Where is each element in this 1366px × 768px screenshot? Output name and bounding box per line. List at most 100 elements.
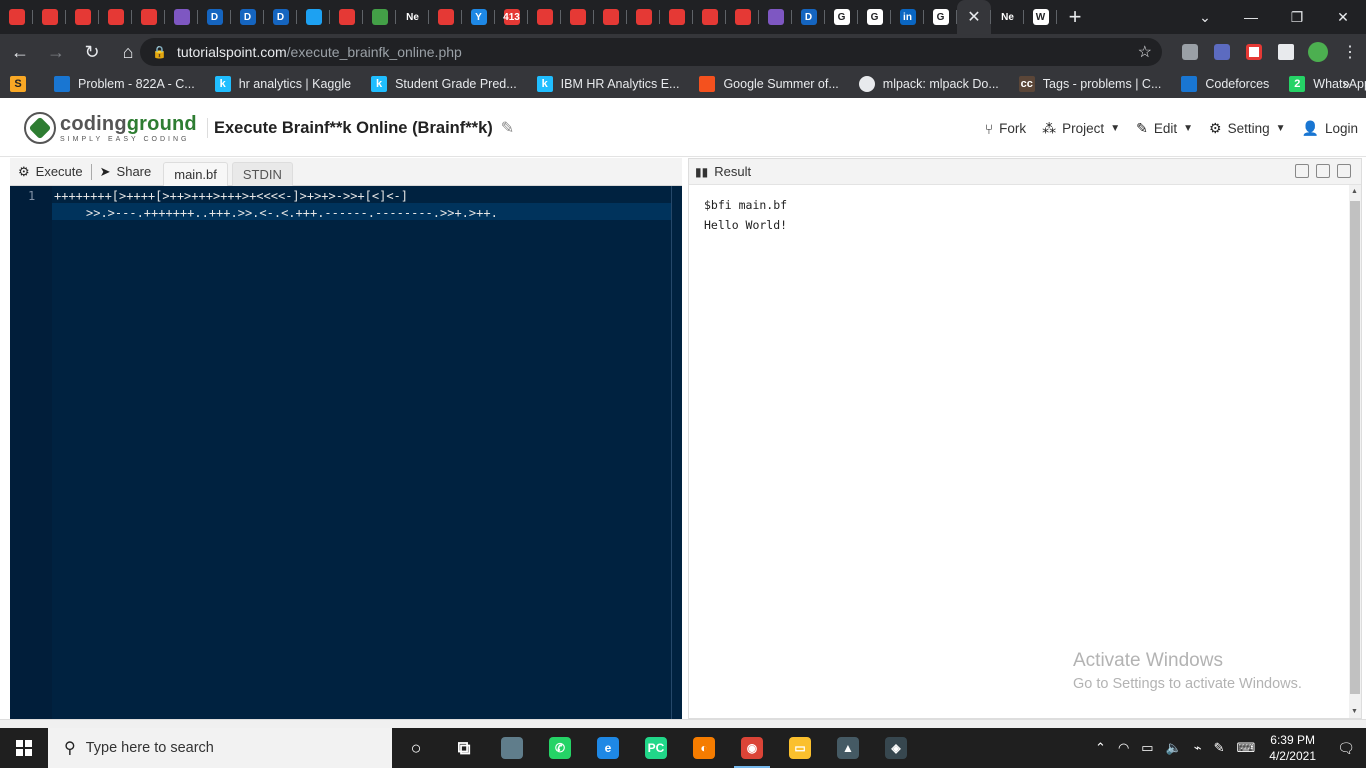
- menu-login[interactable]: 👤 Login: [1302, 120, 1358, 137]
- extension-icon[interactable]: [1174, 34, 1206, 70]
- bookmark-item[interactable]: Google Summer of...: [699, 76, 839, 92]
- battery-icon[interactable]: ▭: [1141, 740, 1153, 756]
- bookmark-item[interactable]: Codeforces: [1181, 76, 1269, 92]
- browser-tab[interactable]: D: [198, 0, 231, 34]
- kebab-menu-icon[interactable]: ⋮: [1334, 34, 1366, 70]
- browser-tab[interactable]: Ne: [991, 0, 1024, 34]
- avatar[interactable]: [1302, 34, 1334, 70]
- chevron-up-icon[interactable]: ⌃: [1095, 740, 1106, 756]
- apps-icon[interactable]: S: [10, 76, 34, 92]
- browser-tab[interactable]: 413: [495, 0, 528, 34]
- menu-project[interactable]: ⁂ Project ▼: [1042, 120, 1120, 137]
- browser-tab[interactable]: G: [858, 0, 891, 34]
- browser-tab[interactable]: [132, 0, 165, 34]
- puzzle-icon[interactable]: [1270, 34, 1302, 70]
- restore-button[interactable]: ❐: [1274, 0, 1320, 34]
- code-line-1-wrap[interactable]: >>.>---.+++++++..+++.>>.<-.<.+++.------.…: [86, 206, 498, 220]
- wifi-icon[interactable]: ◠: [1118, 740, 1129, 756]
- bookmark-star-icon[interactable]: ☆: [1138, 42, 1152, 62]
- expand-icon[interactable]: [1316, 164, 1330, 178]
- bookmarks-overflow-icon[interactable]: »: [1342, 75, 1350, 91]
- forward-button[interactable]: →: [40, 36, 72, 68]
- browser-tab[interactable]: G: [825, 0, 858, 34]
- browser-tab[interactable]: [693, 0, 726, 34]
- menu-fork[interactable]: ⑂ Fork: [985, 121, 1026, 137]
- menu-setting[interactable]: ⚙ Setting ▼: [1209, 120, 1286, 137]
- photos-icon[interactable]: ▲: [824, 728, 872, 768]
- bookmark-item[interactable]: k Student Grade Pred...: [371, 76, 517, 92]
- folder-icon[interactable]: ▭: [776, 728, 824, 768]
- eclipse-icon[interactable]: ◐: [680, 728, 728, 768]
- codingground-logo[interactable]: codingground SIMPLY EASY CODING: [24, 112, 197, 144]
- code-line-1[interactable]: ++++++++[>++++[>++>+++>+++>+<<<<-]>+>+>-…: [54, 189, 408, 203]
- browser-tab[interactable]: [330, 0, 363, 34]
- browser-tab[interactable]: [594, 0, 627, 34]
- browser-tab[interactable]: D: [792, 0, 825, 34]
- bookmark-item[interactable]: k hr analytics | Kaggle: [214, 76, 351, 92]
- browser-tab[interactable]: [561, 0, 594, 34]
- browser-tab[interactable]: [660, 0, 693, 34]
- steam-icon[interactable]: ◈: [872, 728, 920, 768]
- start-button[interactable]: [0, 728, 48, 768]
- browser-tab[interactable]: G: [924, 0, 957, 34]
- browser-tab[interactable]: [627, 0, 660, 34]
- cortana-icon[interactable]: ○: [392, 728, 440, 768]
- address-bar[interactable]: 🔒 tutorialspoint.com/execute_brainfk_onl…: [140, 38, 1162, 66]
- browser-tab[interactable]: [759, 0, 792, 34]
- taskbar-search[interactable]: ⚲ Type here to search: [48, 728, 392, 768]
- share-button[interactable]: ➤ Share: [92, 158, 160, 186]
- back-button[interactable]: ←: [4, 36, 36, 68]
- task-view-icon[interactable]: ⧉: [440, 728, 488, 768]
- browser-tab[interactable]: [99, 0, 132, 34]
- scroll-up-icon[interactable]: ▲: [1351, 188, 1358, 195]
- scroll-down-icon[interactable]: ▼: [1351, 708, 1358, 715]
- browser-tab[interactable]: [528, 0, 561, 34]
- pen-icon[interactable]: ✎: [1214, 740, 1225, 756]
- volume-icon[interactable]: 🔈: [1166, 740, 1182, 756]
- browser-tab[interactable]: [0, 0, 33, 34]
- menu-edit[interactable]: ✎ Edit ▼: [1136, 120, 1193, 137]
- browser-tab[interactable]: Y: [462, 0, 495, 34]
- tab-stdin[interactable]: STDIN: [231, 161, 293, 186]
- edge-icon[interactable]: e: [584, 728, 632, 768]
- tab-search-icon[interactable]: ⌄: [1182, 0, 1228, 34]
- network-icon[interactable]: ⌁: [1194, 740, 1202, 756]
- close-window-button[interactable]: ✕: [1320, 0, 1366, 34]
- browser-tab[interactable]: W: [1024, 0, 1057, 34]
- browser-tab[interactable]: [66, 0, 99, 34]
- new-tab-button[interactable]: +: [1057, 0, 1093, 34]
- code-editor[interactable]: 1 ++++++++[>++++[>++>+++>+++>+<<<<-]>+>+…: [10, 186, 682, 719]
- browser-tab[interactable]: [33, 0, 66, 34]
- result-scrollbar[interactable]: ▲ ▼: [1349, 185, 1361, 718]
- chrome-icon[interactable]: ◉: [728, 728, 776, 768]
- notification-icon[interactable]: 🗨: [1326, 728, 1366, 768]
- browser-tab[interactable]: [297, 0, 330, 34]
- browser-tab[interactable]: [429, 0, 462, 34]
- browser-tab[interactable]: [363, 0, 396, 34]
- fullscreen-icon[interactable]: [1337, 164, 1351, 178]
- extension-icon[interactable]: [1206, 34, 1238, 70]
- edit-title-icon[interactable]: ✎: [501, 118, 514, 138]
- collapse-icon[interactable]: [1295, 164, 1309, 178]
- extension-icon[interactable]: [1238, 34, 1270, 70]
- bookmark-item[interactable]: k IBM HR Analytics E...: [536, 76, 679, 92]
- horizontal-scrollbar[interactable]: [0, 719, 1366, 728]
- browser-tab[interactable]: Ne: [396, 0, 429, 34]
- pycharm-icon[interactable]: PC: [632, 728, 680, 768]
- reload-button[interactable]: ↻: [76, 36, 108, 68]
- bookmark-item[interactable]: mlpack: mlpack Do...: [858, 76, 999, 92]
- browser-tab[interactable]: D: [264, 0, 297, 34]
- scroll-thumb[interactable]: [1350, 201, 1360, 694]
- bookmark-item[interactable]: 2 WhatsApp: [1289, 76, 1366, 92]
- tab-main-bf[interactable]: main.bf: [163, 161, 228, 186]
- browser-tab[interactable]: ✕: [957, 0, 991, 34]
- execute-button[interactable]: ⚙ Execute: [10, 158, 91, 186]
- browser-tab[interactable]: [165, 0, 198, 34]
- browser-tab[interactable]: [726, 0, 759, 34]
- browser-tab[interactable]: D: [231, 0, 264, 34]
- bookmark-item[interactable]: cc Tags - problems | C...: [1018, 76, 1161, 92]
- whatsapp-icon[interactable]: ✆: [536, 728, 584, 768]
- bookmark-item[interactable]: Problem - 822A - C...: [54, 76, 195, 92]
- clock[interactable]: 6:39 PM 4/2/2021: [1269, 732, 1316, 764]
- minimize-button[interactable]: —: [1228, 0, 1274, 34]
